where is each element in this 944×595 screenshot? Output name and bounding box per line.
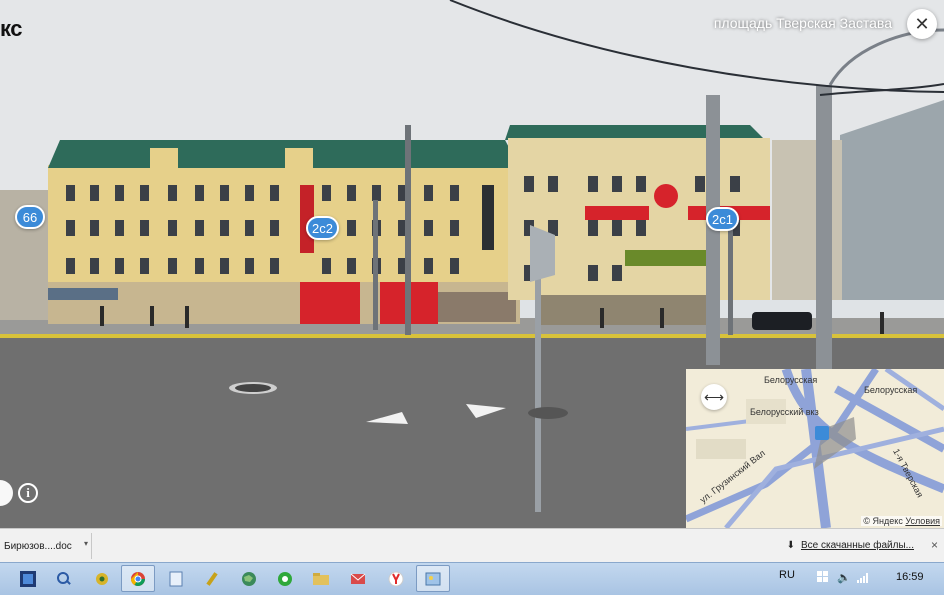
house-number-badge[interactable]: 66 — [15, 205, 45, 229]
terms-link[interactable]: Условия — [905, 516, 940, 526]
messenger-icon[interactable] — [273, 567, 297, 591]
puzzle-icon[interactable] — [90, 567, 114, 591]
show-all-downloads-label: Все скачанные файлы... — [800, 540, 914, 551]
minimap-vokzal-label: Белорусский вкз — [750, 407, 819, 417]
windows-flag-icon[interactable] — [815, 569, 831, 585]
minimap-station-label: Белорусская — [764, 375, 818, 385]
show-all-downloads-link[interactable]: ⬇ Все скачанные файлы... — [787, 540, 914, 551]
volume-icon[interactable]: 🔈 — [836, 569, 852, 585]
expand-arrows-icon: ⟷ — [703, 388, 725, 405]
street-panorama[interactable]: кс площадь Тверская Застава ✕ 66 2с2 2с1… — [0, 0, 944, 528]
house-number-badge[interactable]: 2с2 — [306, 216, 339, 240]
search-app-icon[interactable] — [52, 567, 76, 591]
yandex-icon[interactable] — [384, 567, 408, 591]
close-icon: ✕ — [914, 13, 930, 34]
clock-time[interactable]: 16:59 — [896, 571, 924, 583]
house-number-badge[interactable]: 2с1 — [706, 207, 739, 231]
close-downloads-button[interactable]: × — [931, 538, 938, 552]
minimap-station-label: Белорусская — [864, 385, 918, 395]
minimap-expand-button[interactable]: ⟷ — [701, 384, 727, 410]
download-icon: ⬇ — [786, 540, 795, 551]
windows-taskbar: RU 🔈 16:59 — [0, 562, 944, 595]
yandex-logo-fragment[interactable]: кс — [0, 16, 22, 42]
place-title: площадь Тверская Застава — [713, 15, 892, 31]
download-menu-chevron-icon[interactable]: ▾ — [84, 539, 88, 548]
minimap-credit: © Яндекс Условия — [861, 516, 942, 526]
chrome-icon[interactable] — [126, 567, 150, 591]
minimap[interactable]: ⟷ Белорусская Белорусская Белорусский вк… — [686, 369, 944, 528]
folder-icon[interactable] — [309, 567, 333, 591]
navigate-left-arrow[interactable] — [364, 410, 410, 428]
pen-icon[interactable] — [200, 567, 224, 591]
globe-icon[interactable] — [237, 567, 261, 591]
network-signal-icon[interactable] — [856, 569, 872, 585]
copyright-text: © Яндекс — [863, 516, 903, 526]
document-icon[interactable] — [164, 567, 188, 591]
close-panorama-button[interactable]: ✕ — [907, 9, 937, 39]
downloads-bar: Бирюзов....doc ▾ ⬇ Все скачанные файлы..… — [0, 528, 944, 562]
info-icon[interactable]: i — [18, 483, 38, 503]
photoshop-icon[interactable] — [16, 567, 40, 591]
download-item[interactable]: Бирюзов....doc — [0, 533, 92, 559]
mail-icon[interactable] — [346, 567, 370, 591]
download-file-name: Бирюзов....doc — [4, 540, 72, 552]
image-viewer-icon[interactable] — [421, 567, 445, 591]
language-indicator[interactable]: RU — [779, 569, 795, 581]
navigate-right-arrow[interactable] — [464, 402, 508, 420]
